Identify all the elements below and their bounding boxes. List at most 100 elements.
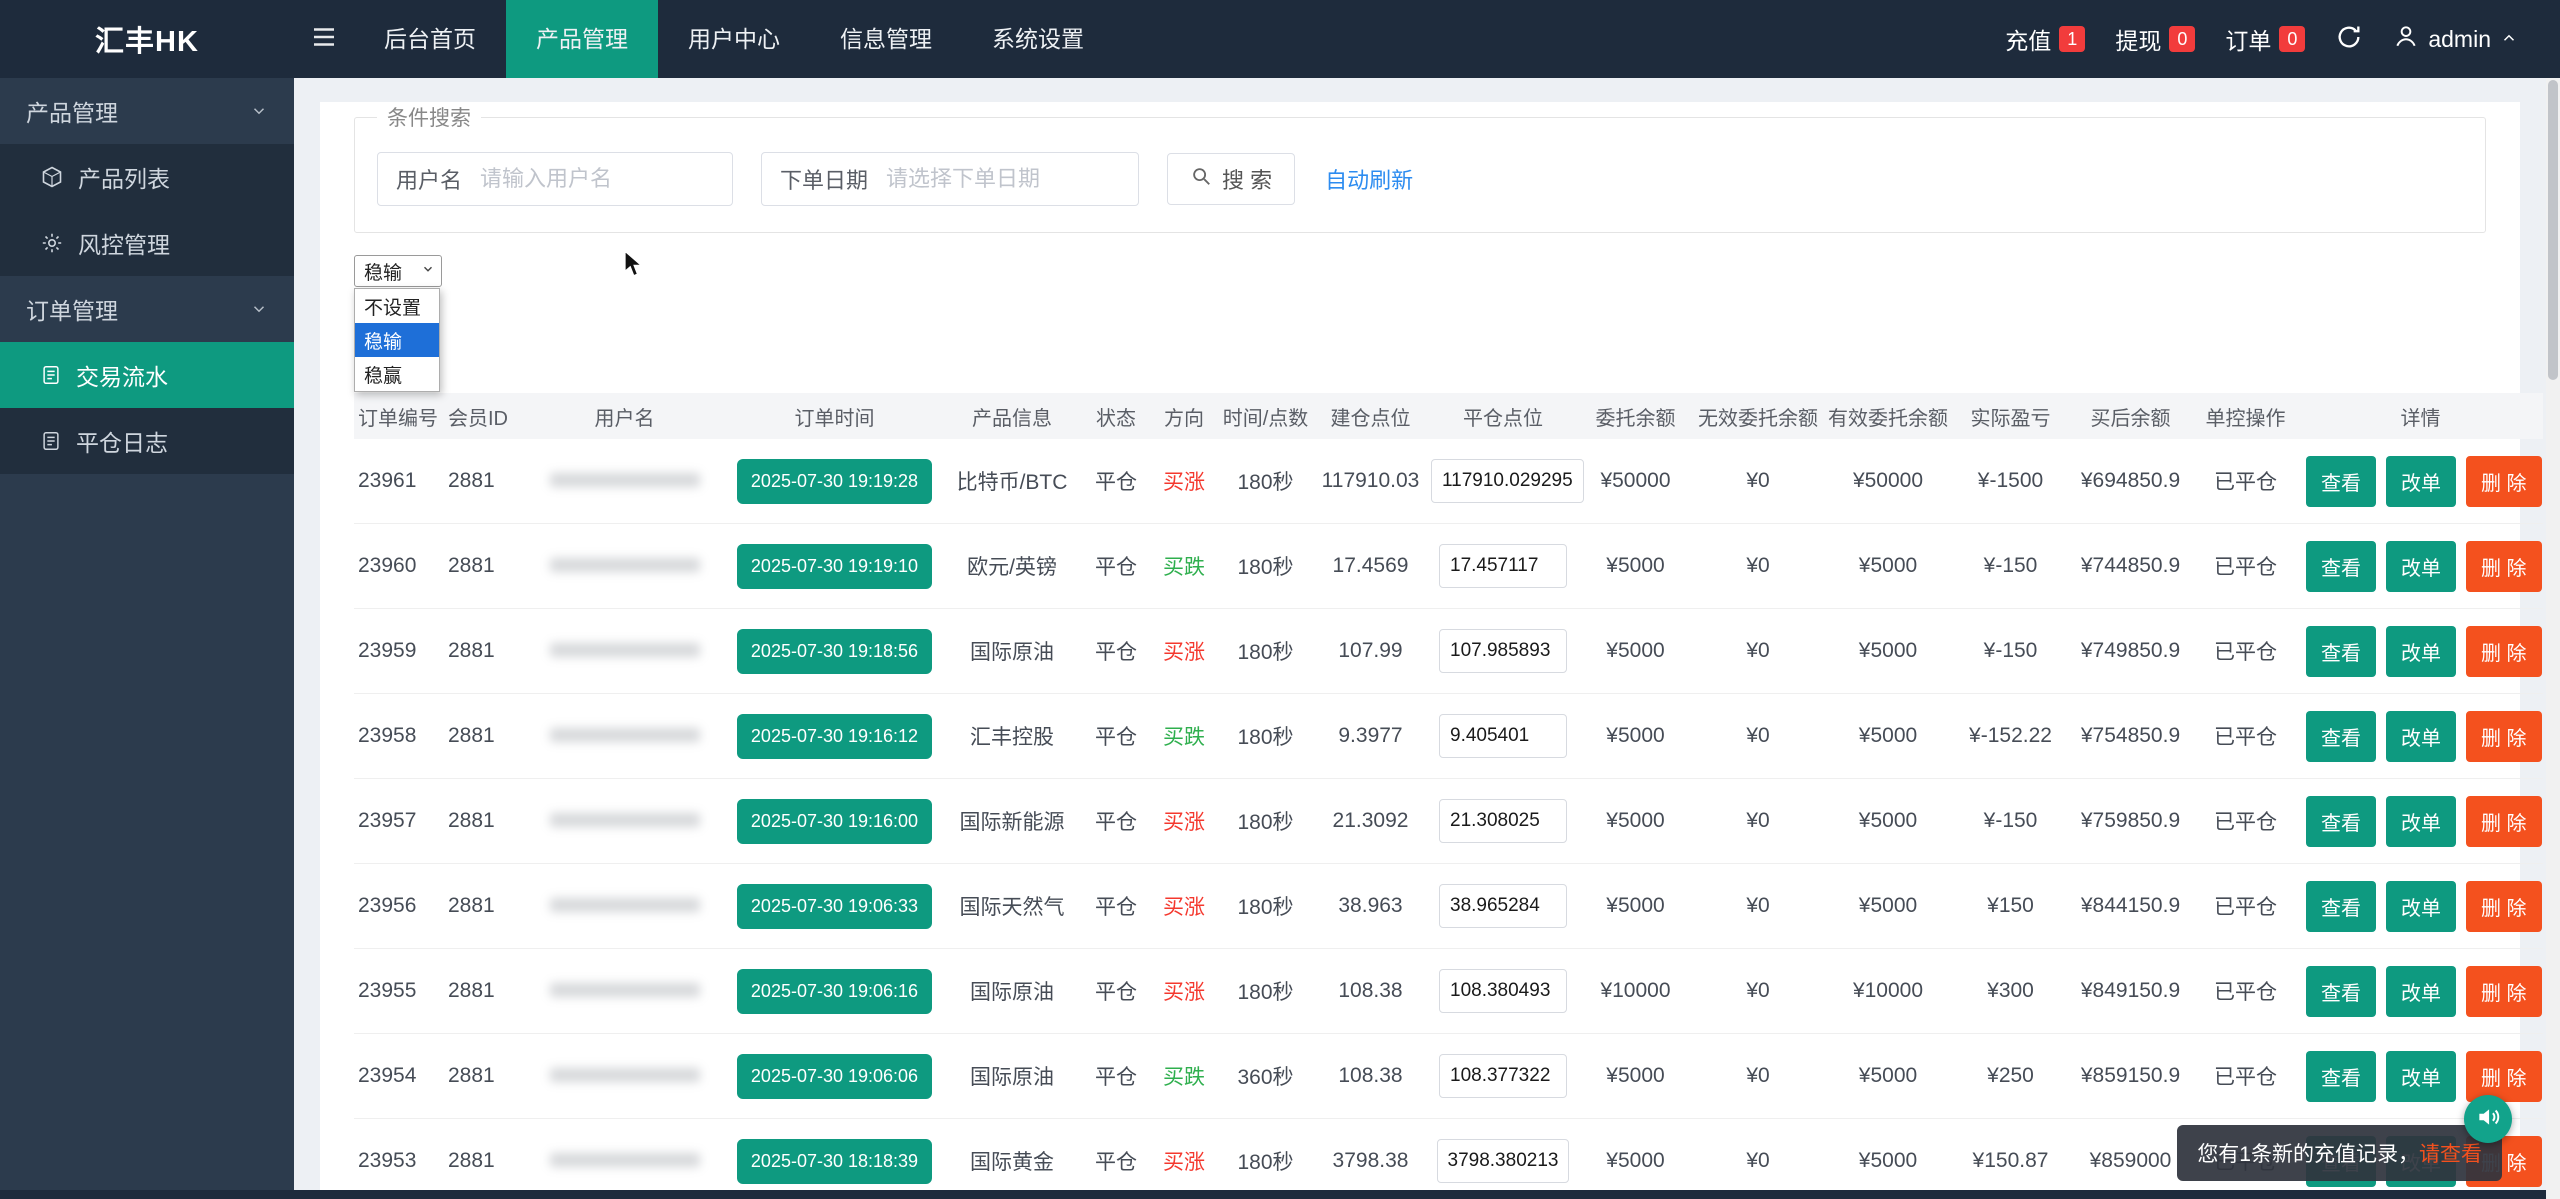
cell-member-id: 2881 [444, 948, 522, 1034]
delete-button[interactable]: 删 除 [2466, 795, 2542, 847]
direction-label: 买涨 [1163, 641, 1205, 664]
toast-view-link[interactable]: 请查看 [2419, 1143, 2482, 1166]
mode-select[interactable]: 稳输 [354, 255, 442, 287]
delete-button[interactable]: 删 除 [2466, 710, 2542, 762]
direction-label: 买跌 [1163, 1066, 1205, 1089]
cell-control-status: 已平仓 [2193, 863, 2298, 949]
cell-duration: 180秒 [1218, 693, 1313, 779]
cell-invalid-entrust: ¥0 [1693, 948, 1823, 1034]
cell-invalid-entrust: ¥0 [1693, 523, 1823, 609]
col-header-17: 详情 [2298, 393, 2543, 439]
cell-order-time: 2025-07-30 19:06:06 [727, 1033, 942, 1119]
close-point-input[interactable]: 38.965284 [1439, 884, 1567, 928]
view-button[interactable]: 查看 [2306, 455, 2376, 507]
edit-button[interactable]: 改单 [2386, 1050, 2456, 1102]
topbar: 汇丰HK 后台首页 产品管理 用户中心 信息管理 系统设置 充值 1 提现 0 订单 0 admi… [0, 0, 2560, 78]
close-point-input[interactable]: 108.377322 [1439, 1054, 1567, 1098]
col-header-11: 委托余额 [1578, 393, 1693, 439]
cell-pnl: ¥-150 [1953, 608, 2068, 694]
username-input[interactable] [478, 153, 733, 205]
doc-icon [40, 364, 62, 386]
view-button[interactable]: 查看 [2306, 880, 2376, 932]
order-time-badge: 2025-07-30 19:18:56 [736, 628, 933, 674]
sidebar-item-4[interactable]: 订单管理 [0, 276, 294, 342]
close-point-input[interactable]: 21.308025 [1439, 799, 1567, 843]
refresh-button[interactable] [2335, 23, 2363, 56]
edit-button[interactable]: 改单 [2386, 710, 2456, 762]
delete-button[interactable]: 删 除 [2466, 455, 2542, 507]
delete-button[interactable]: 删 除 [2466, 880, 2542, 932]
cell-direction: 买跌 [1150, 1033, 1218, 1119]
edit-button[interactable]: 改单 [2386, 880, 2456, 932]
sidebar-item-label: 产品管理 [26, 100, 118, 126]
close-point-input[interactable]: 17.457117 [1439, 544, 1567, 588]
cell-product: 比特币/BTC [942, 439, 1082, 524]
view-button[interactable]: 查看 [2306, 625, 2376, 677]
auto-refresh-link[interactable]: 自动刷新 [1325, 163, 1413, 195]
sidebar-item-5[interactable]: 交易流水 [0, 342, 294, 408]
edit-button[interactable]: 改单 [2386, 625, 2456, 677]
edit-button[interactable]: 改单 [2386, 965, 2456, 1017]
select-option-3[interactable]: 稳赢 [355, 357, 439, 391]
sidebar-item-2[interactable]: 产品列表 [0, 144, 294, 210]
top-nav-item-4[interactable]: 信息管理 [810, 0, 962, 78]
sound-fab-button[interactable] [2464, 1095, 2512, 1143]
edit-button[interactable]: 改单 [2386, 795, 2456, 847]
cell-direction: 买涨 [1150, 778, 1218, 864]
sidebar-item-6[interactable]: 平仓日志 [0, 408, 294, 474]
delete-button[interactable]: 删 除 [2466, 965, 2542, 1017]
view-button[interactable]: 查看 [2306, 1050, 2376, 1102]
close-point-input[interactable]: 9.405401 [1439, 714, 1567, 758]
withdraw-label: 提现 [2115, 28, 2162, 54]
delete-button[interactable]: 删 除 [2466, 1050, 2542, 1102]
view-button[interactable]: 查看 [2306, 965, 2376, 1017]
cell-open-point: 108.38 [1313, 1033, 1428, 1119]
cell-order-time: 2025-07-30 19:06:33 [727, 863, 942, 949]
user-menu[interactable]: admin [2393, 23, 2518, 55]
cell-order-time: 2025-07-30 19:16:00 [727, 778, 942, 864]
delete-button[interactable]: 删 除 [2466, 540, 2542, 592]
select-option-2[interactable]: 稳输 [355, 323, 439, 357]
view-button[interactable]: 查看 [2306, 540, 2376, 592]
order-time-badge: 2025-07-30 19:19:10 [736, 543, 933, 589]
sidebar-item-3[interactable]: 风控管理 [0, 210, 294, 276]
topbar-recharge-button[interactable]: 充值 1 [2005, 22, 2086, 56]
top-nav-item-2[interactable]: 产品管理 [506, 0, 658, 78]
scrollbar-thumb[interactable] [2548, 80, 2558, 380]
select-option-1[interactable]: 不设置 [355, 289, 439, 323]
view-button[interactable]: 查看 [2306, 795, 2376, 847]
top-nav-item-1[interactable]: 后台首页 [354, 0, 506, 78]
view-button[interactable]: 查看 [2306, 710, 2376, 762]
cell-member-id: 2881 [444, 523, 522, 609]
cell-entrust-balance: ¥5000 [1578, 863, 1693, 949]
delete-button[interactable]: 删 除 [2466, 625, 2542, 677]
blurred-username [549, 983, 700, 997]
order-date-input[interactable] [884, 153, 1139, 205]
cell-username [522, 608, 727, 694]
edit-button[interactable]: 改单 [2386, 455, 2456, 507]
vertical-scrollbar[interactable] [2546, 78, 2560, 1199]
sidebar-item-label: 交易流水 [76, 364, 168, 390]
app-logo: 汇丰HK [95, 26, 199, 58]
topbar-orders-button[interactable]: 订单 0 [2225, 22, 2306, 56]
close-point-input[interactable]: 108.380493 [1439, 969, 1567, 1013]
cell-control-status: 已平仓 [2193, 608, 2298, 694]
top-nav-item-3[interactable]: 用户中心 [658, 0, 810, 78]
close-point-input[interactable]: 117910.029295 [1431, 459, 1584, 503]
col-header-6: 状态 [1082, 393, 1150, 439]
top-nav-item-5[interactable]: 系统设置 [962, 0, 1114, 78]
close-point-input[interactable]: 3798.380213 [1436, 1139, 1570, 1183]
menu-toggle-button[interactable] [294, 0, 354, 78]
search-button[interactable]: 搜 索 [1167, 153, 1296, 205]
user-name: admin [2428, 25, 2491, 52]
blurred-username [549, 813, 700, 827]
sidebar-item-label: 平仓日志 [76, 430, 168, 456]
edit-button[interactable]: 改单 [2386, 540, 2456, 592]
search-panel-title: 条件搜索 [387, 107, 471, 130]
cell-close-point: 21.308025 [1428, 778, 1578, 864]
sidebar-item-1[interactable]: 产品管理 [0, 78, 294, 144]
cell-invalid-entrust: ¥0 [1693, 439, 1823, 524]
close-point-input[interactable]: 107.985893 [1439, 629, 1567, 673]
topbar-withdraw-button[interactable]: 提现 0 [2115, 22, 2196, 56]
col-header-2: 会员ID [444, 393, 522, 439]
